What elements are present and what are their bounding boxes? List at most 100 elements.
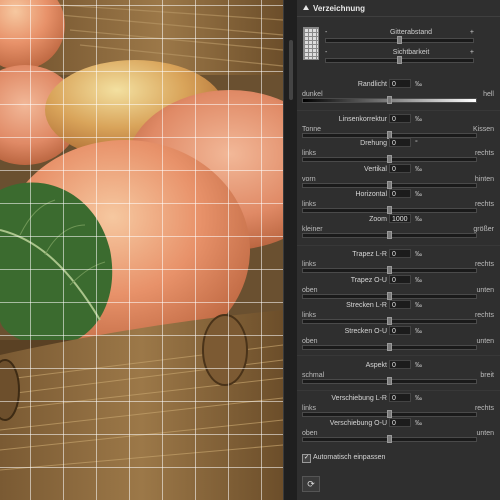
reset-button[interactable]: ⟳ — [302, 476, 320, 492]
visibility-plus: + — [469, 49, 474, 56]
control-value-input[interactable]: 0 — [389, 114, 411, 123]
control-slider[interactable] — [302, 266, 477, 274]
visibility-slider[interactable] — [325, 56, 474, 64]
grid-spacing-knob[interactable] — [397, 36, 402, 44]
control-name: Horizontal — [355, 191, 387, 198]
control-left-label: links — [302, 201, 317, 208]
control-name: Trapez L-R — [352, 251, 387, 258]
control-slider[interactable] — [302, 292, 477, 300]
control-slider-knob[interactable] — [387, 292, 392, 300]
control-left-label: oben — [302, 287, 318, 294]
control-slider-knob[interactable] — [387, 231, 392, 239]
control-name: Strecken O-U — [344, 328, 387, 335]
control-right-label: Kissen — [472, 126, 494, 133]
control-name: Aspekt — [365, 362, 387, 369]
control-right-label: größer — [473, 226, 494, 233]
control-left-label: vorn — [302, 176, 316, 183]
control-name: Verschiebung O-U — [329, 420, 387, 427]
control-value-input[interactable]: 0 — [389, 249, 411, 258]
apple-photo — [0, 0, 283, 500]
control-slider[interactable] — [302, 435, 477, 443]
control-slider[interactable] — [302, 181, 477, 189]
control-slider-knob[interactable] — [387, 343, 392, 351]
grid-spacing-label: Gitterabstand — [389, 29, 433, 36]
control-left-label: schmal — [302, 372, 325, 379]
control-slider[interactable] — [302, 317, 477, 325]
control-slider-knob[interactable] — [387, 96, 392, 104]
auto-fit-checkbox[interactable]: ✓ — [302, 454, 311, 463]
control-value-input[interactable]: 0 — [389, 418, 411, 427]
control-value-input[interactable]: 0 — [389, 360, 411, 369]
control-slider[interactable] — [302, 206, 477, 214]
control-value-input[interactable]: 1000 — [389, 214, 411, 223]
control-right-label: hell — [483, 91, 494, 98]
control-unit: ‰ — [415, 251, 422, 258]
control-right-label: rechts — [474, 261, 494, 268]
control-slider-knob[interactable] — [387, 377, 392, 385]
control-name: Randlicht — [357, 81, 387, 88]
control-left-label: oben — [302, 338, 318, 345]
control-value-input[interactable]: 0 — [389, 138, 411, 147]
control-unit: ‰ — [415, 302, 422, 309]
control-right-label: unten — [476, 430, 494, 437]
grid-spacing-plus: + — [469, 29, 474, 36]
section-separator — [297, 390, 500, 391]
control-right-label: unten — [476, 338, 494, 345]
control-value-input[interactable]: 0 — [389, 189, 411, 198]
visibility-row: - Sichtbarkeit + — [297, 49, 500, 78]
visibility-minus: - — [325, 49, 328, 56]
control-left-label: links — [302, 405, 317, 412]
control-unit: ‰ — [415, 328, 422, 335]
divider-thumb[interactable] — [289, 40, 293, 100]
control-left-label: links — [302, 150, 317, 157]
control-slider-knob[interactable] — [387, 317, 392, 325]
control-right-label: unten — [476, 287, 494, 294]
control-unit: ‰ — [415, 191, 422, 198]
control-value-input[interactable]: 0 — [389, 79, 411, 88]
grid-spacing-slider[interactable] — [325, 36, 474, 44]
control-value-input[interactable]: 0 — [389, 393, 411, 402]
control-name: Trapez O-U — [350, 277, 387, 284]
auto-fit-label: Automatisch einpassen — [313, 454, 386, 461]
control-right-label: hinten — [474, 176, 494, 183]
control-left-label: links — [302, 312, 317, 319]
collapse-arrow-icon[interactable] — [303, 5, 309, 10]
panel-header[interactable]: Verzeichnung — [303, 4, 365, 13]
section-separator — [297, 245, 500, 246]
control-unit: ‰ — [415, 216, 422, 223]
control-slider-knob[interactable] — [387, 181, 392, 189]
visibility-knob[interactable] — [397, 56, 402, 64]
control-slider-knob[interactable] — [387, 435, 392, 443]
control-slider[interactable] — [302, 155, 477, 163]
control-value-input[interactable]: 0 — [389, 275, 411, 284]
control-left-label: kleiner — [302, 226, 323, 233]
photo-preview[interactable] — [0, 0, 283, 500]
panel-divider[interactable] — [283, 0, 298, 500]
control-slider[interactable] — [302, 231, 477, 239]
control-slider-knob[interactable] — [387, 206, 392, 214]
control-name: Verschiebung L-R — [331, 395, 387, 402]
control-slider-knob[interactable] — [387, 410, 392, 418]
control-right-label: rechts — [474, 201, 494, 208]
control-unit: ‰ — [415, 116, 422, 123]
control-slider-knob[interactable] — [387, 155, 392, 163]
grid-spacing-minus: - — [325, 29, 328, 36]
control-value-input[interactable]: 0 — [389, 300, 411, 309]
control-name: Drehung — [360, 140, 387, 147]
control-slider[interactable] — [302, 96, 477, 104]
control-slider[interactable] — [302, 410, 477, 418]
control-unit: ‰ — [415, 81, 422, 88]
header-divider — [297, 16, 500, 17]
panel-title: Verzeichnung — [313, 4, 366, 13]
control-left-label: Tonne — [302, 126, 322, 133]
control-slider[interactable] — [302, 343, 477, 351]
control-name: Strecken L-R — [346, 302, 387, 309]
control-name: Vertikal — [364, 166, 387, 173]
control-unit: ° — [415, 140, 418, 147]
section-separator — [297, 110, 500, 111]
control-value-input[interactable]: 0 — [389, 326, 411, 335]
control-value-input[interactable]: 0 — [389, 164, 411, 173]
control-slider-knob[interactable] — [387, 266, 392, 274]
control-slider[interactable] — [302, 377, 477, 385]
control-right-label: rechts — [474, 150, 494, 157]
